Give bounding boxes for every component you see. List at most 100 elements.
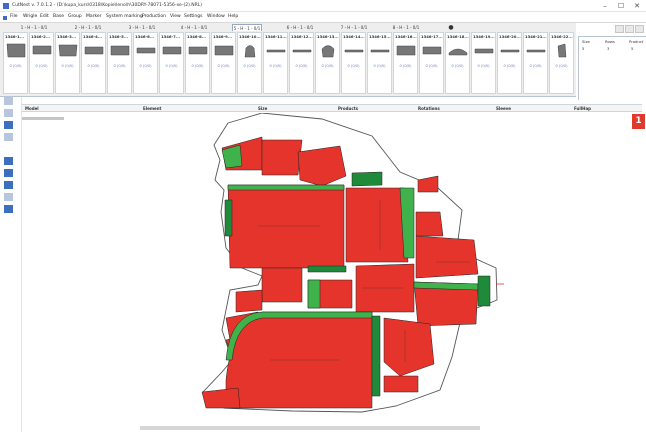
piece-count: 0 (0/0): [321, 64, 334, 68]
maximize-button[interactable]: ☐: [614, 1, 628, 11]
nested-piece[interactable]: [261, 267, 303, 303]
piece-tile[interactable]: 1346-13... 0 (0/0): [315, 32, 340, 94]
piece-tile[interactable]: 1346-15... 0 (0/0): [367, 32, 392, 94]
product-header: Product: [629, 39, 644, 44]
menu-item-production[interactable]: Production: [142, 14, 166, 19]
minimize-button[interactable]: –: [598, 1, 612, 11]
col-rotations[interactable]: Rotations: [418, 106, 440, 111]
flip-tool-icon[interactable]: [4, 133, 13, 141]
piece-count: 0 (0/0): [87, 64, 100, 68]
group-tab-2[interactable]: 2 - H - 1 - 0/1: [74, 24, 102, 31]
col-element[interactable]: Element: [143, 106, 161, 111]
group-tab-4[interactable]: 4 - H - 1 - 0/1: [180, 24, 208, 31]
size-header: Size: [582, 39, 590, 44]
piece-tile[interactable]: 1346-6... 0 (0/0): [133, 32, 158, 94]
piece-tile[interactable]: 1346-18... 0 (0/0): [445, 32, 470, 94]
close-button[interactable]: ✕: [630, 1, 644, 11]
group-tab-3[interactable]: 3 - H - 1 - 0/1: [128, 24, 156, 31]
piece-tile[interactable]: 1346-21... 0 (0/0): [523, 32, 548, 94]
menu-item-view[interactable]: View: [170, 14, 181, 19]
col-size[interactable]: Size: [258, 106, 267, 111]
move-tool-icon[interactable]: [4, 109, 13, 117]
group-tab-6[interactable]: 6 - H - 1 - 0/1: [286, 24, 314, 31]
nested-piece[interactable]: [261, 139, 303, 176]
group-tab-8[interactable]: 8 - H - 1 - 0/1: [392, 24, 420, 31]
nesting-canvas[interactable]: [22, 113, 642, 425]
canvas-horizontal-scrollbar[interactable]: [140, 426, 480, 430]
piece-tile[interactable]: 1346-20... 0 (0/0): [497, 32, 522, 94]
group-tab-1[interactable]: 1 - H - 1 - 0/1: [20, 24, 48, 31]
piece-shape: [448, 48, 468, 56]
add-group-icon[interactable]: ●: [448, 24, 454, 31]
piece-count: 0 (0/0): [529, 64, 542, 68]
menu-app-icon[interactable]: [3, 16, 7, 20]
piece-tile[interactable]: 1346-3... 0 (0/0): [55, 32, 80, 94]
piece-tile[interactable]: 1346-19... 0 (0/0): [471, 32, 496, 94]
nested-piece-green[interactable]: [224, 199, 233, 237]
piece-tile[interactable]: 1346-14... 0 (0/0): [341, 32, 366, 94]
col-sleeve[interactable]: Sleeve: [496, 106, 511, 111]
piece-tile[interactable]: 1346-9... 0 (0/0): [211, 32, 236, 94]
panel-button-mid[interactable]: [625, 25, 634, 33]
piece-tile[interactable]: 1346-16... 0 (0/0): [393, 32, 418, 94]
nested-piece[interactable]: [345, 187, 409, 263]
col-fullhap[interactable]: FullHap: [574, 106, 591, 111]
menu-item-marker[interactable]: Marker: [86, 14, 102, 19]
panel-button-left[interactable]: [615, 25, 624, 33]
piece-tile[interactable]: 1346-10... 0 (0/0): [237, 32, 262, 94]
menu-item-system-marking[interactable]: System marking: [106, 14, 143, 19]
piece-tile[interactable]: 1346-4... 0 (0/0): [81, 32, 106, 94]
nested-piece[interactable]: [415, 211, 444, 237]
col-model[interactable]: Model: [25, 106, 39, 111]
size-value[interactable]: 5: [582, 46, 584, 51]
nested-piece-green[interactable]: [307, 279, 321, 309]
zoom-out-icon[interactable]: [4, 169, 13, 177]
piece-tile[interactable]: 1346-22... 0 (0/0): [549, 32, 574, 94]
rows-value[interactable]: 3: [607, 46, 609, 51]
piece-count: 0 (0/0): [425, 64, 438, 68]
piece-tile[interactable]: 1346-5... 0 (0/0): [107, 32, 132, 94]
menu-item-file[interactable]: File: [10, 14, 18, 19]
group-tab-7[interactable]: 7 - H - 1 - 0/1: [340, 24, 368, 31]
nested-piece-green[interactable]: [351, 171, 383, 187]
piece-shape: [58, 44, 78, 57]
nested-piece-green[interactable]: [307, 265, 347, 273]
piece-tile[interactable]: 1346-1... 0 (0/0): [3, 32, 28, 94]
menu-item-help[interactable]: Help: [228, 14, 238, 19]
piece-shape: [244, 45, 256, 58]
menu-item-wrigle[interactable]: Wrigle: [23, 14, 37, 19]
zoom-fit-icon[interactable]: [4, 181, 13, 189]
menu-item-group[interactable]: Group: [68, 14, 82, 19]
piece-tile[interactable]: 1346-8... 0 (0/0): [185, 32, 210, 94]
nested-piece-green[interactable]: [371, 315, 381, 397]
piece-shape: [6, 43, 26, 58]
zoom-in-icon[interactable]: [4, 157, 13, 165]
piece-label: 1346-12...: [291, 34, 313, 39]
product-value[interactable]: 5: [631, 46, 633, 51]
measure-tool-icon[interactable]: [4, 193, 13, 201]
select-tool-icon[interactable]: [4, 97, 13, 105]
piece-tile[interactable]: 1346-2... 0 (0/0): [29, 32, 54, 94]
nested-piece[interactable]: [415, 235, 479, 279]
menu-item-window[interactable]: Window: [207, 14, 225, 19]
menu-item-settings[interactable]: Settings: [184, 14, 202, 19]
nested-piece-green[interactable]: [227, 184, 345, 191]
nested-piece[interactable]: [227, 184, 345, 269]
piece-tile[interactable]: 1346-11... 0 (0/0): [263, 32, 288, 94]
menu-item-base[interactable]: Base: [53, 14, 64, 19]
nest-tool-icon[interactable]: [4, 205, 13, 213]
rotate-tool-icon[interactable]: [4, 121, 13, 129]
panel-button-right[interactable]: [635, 25, 644, 33]
piece-shape: [526, 49, 546, 53]
piece-tile[interactable]: 1346-17... 0 (0/0): [419, 32, 444, 94]
menu-item-edit[interactable]: Edit: [40, 14, 49, 19]
nested-piece[interactable]: [417, 175, 439, 193]
nested-piece-green[interactable]: [477, 275, 491, 307]
nested-piece[interactable]: [383, 375, 419, 393]
col-products[interactable]: Products: [338, 106, 358, 111]
piece-tile[interactable]: 1346-12... 0 (0/0): [289, 32, 314, 94]
nested-piece[interactable]: [235, 289, 263, 313]
piece-tile[interactable]: 1346-7... 0 (0/0): [159, 32, 184, 94]
piece-label: 1346-4...: [83, 34, 103, 39]
group-tab-5[interactable]: 5 - H - 1 - 0/1: [232, 24, 262, 31]
